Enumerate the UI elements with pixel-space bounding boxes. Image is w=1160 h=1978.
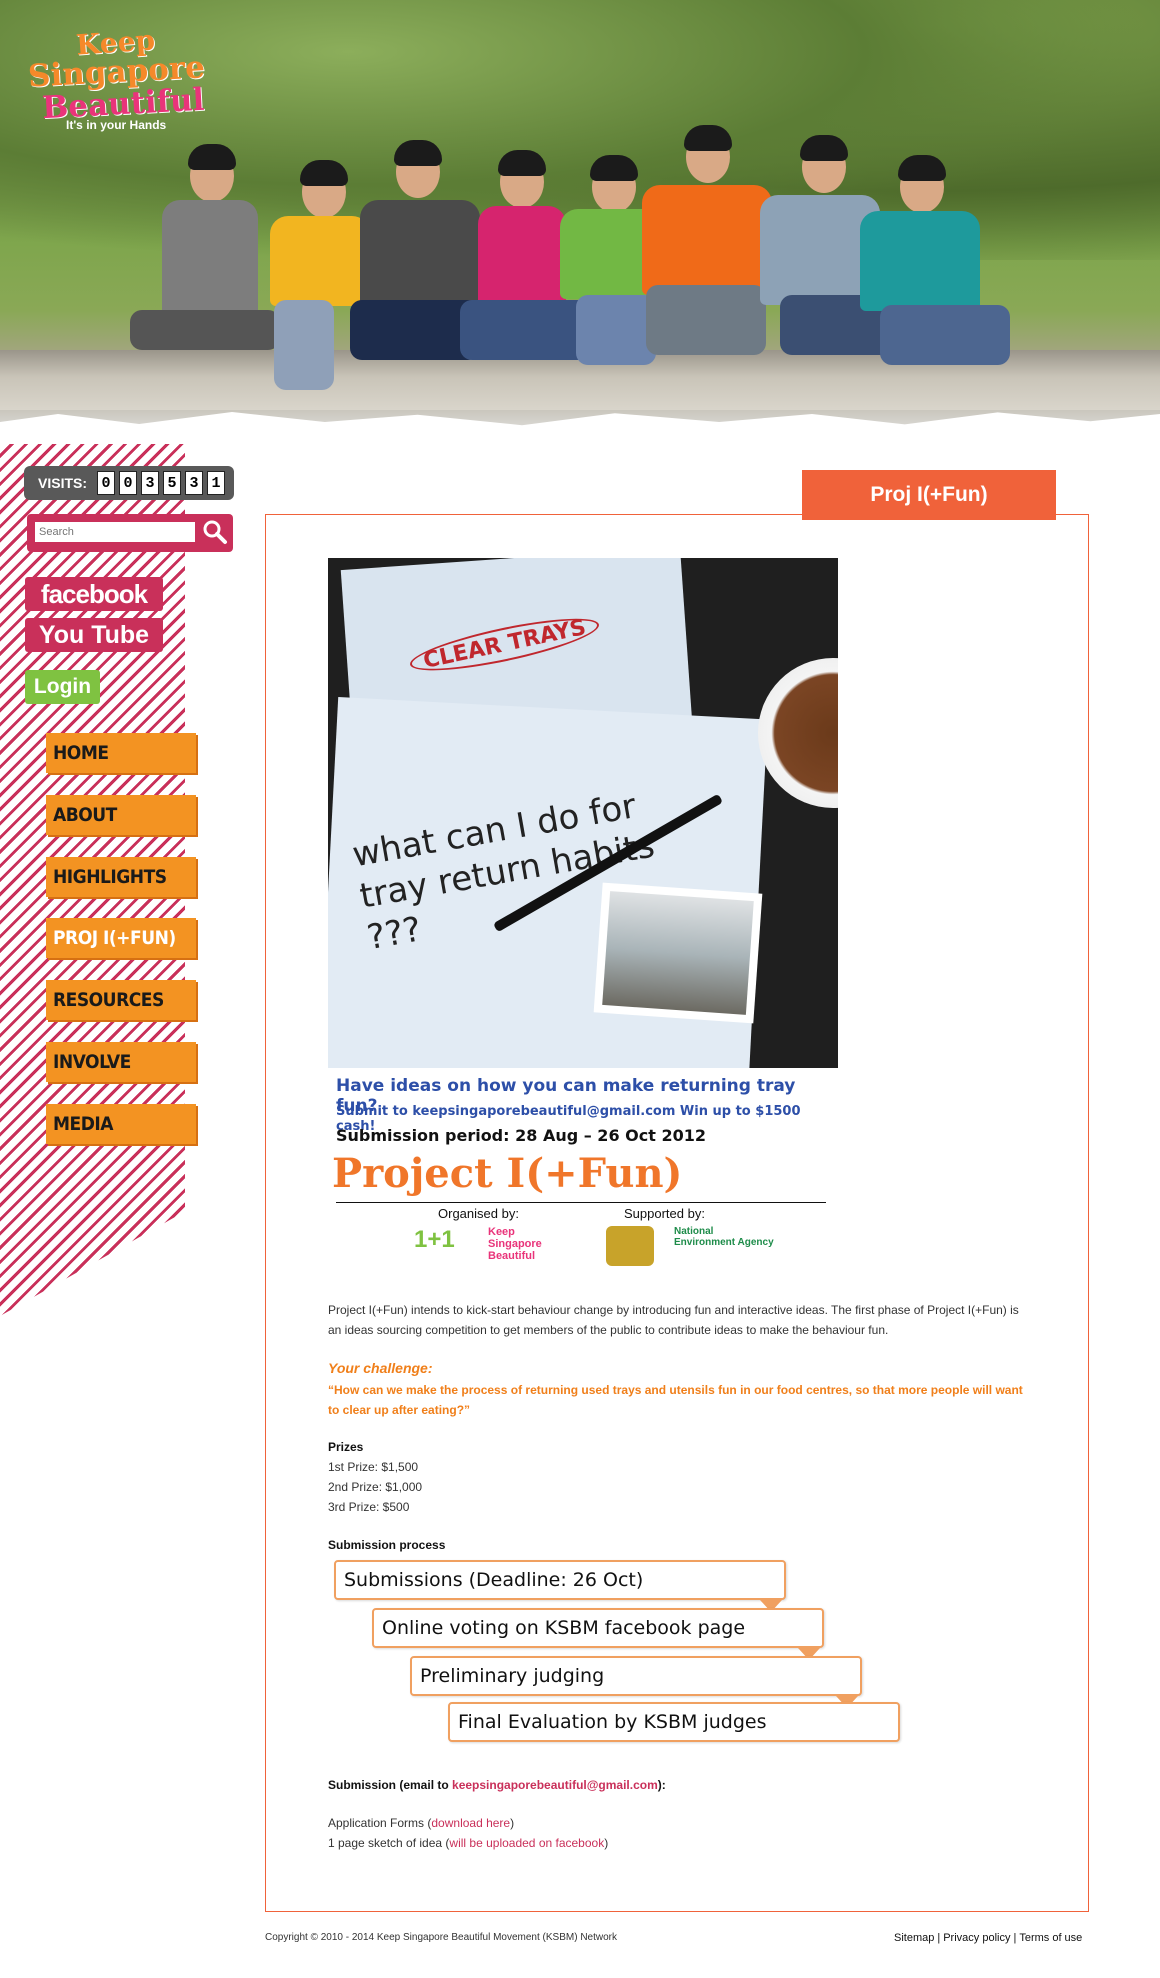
footer-link-sitemap[interactable]: Sitemap xyxy=(894,1932,934,1944)
logo-nea: National Environment Agency xyxy=(674,1226,774,1248)
footer-copyright: Copyright © 2010 - 2014 Keep Singapore B… xyxy=(265,1932,617,1943)
banner-torn-edge xyxy=(0,412,1160,444)
visit-digit: 0 xyxy=(119,471,138,495)
footer-link-terms[interactable]: Terms of use xyxy=(1019,1932,1082,1944)
nav-item-proj-ifun[interactable]: PROJ I(+FUN) xyxy=(46,918,196,958)
facebook-button[interactable]: facebook xyxy=(25,577,163,611)
nav-item-about[interactable]: ABOUT xyxy=(46,795,196,835)
nav-item-highlights[interactable]: HIGHLIGHTS xyxy=(46,857,196,897)
page-title: Proj I(+Fun) xyxy=(802,470,1056,520)
poster-organised-by: Organised by: xyxy=(438,1206,519,1221)
prize-line: 2nd Prize: $1,000 xyxy=(328,1480,423,1494)
visit-digit: 3 xyxy=(141,471,160,495)
application-forms-line: Application Forms (download here) xyxy=(328,1816,514,1830)
ksb-logo[interactable]: Keep Singapore Beautiful It's in your Ha… xyxy=(27,23,208,136)
visit-digit: 1 xyxy=(207,471,226,495)
poster-hawker-photo xyxy=(593,882,763,1024)
visit-counter: VISITS: 0 0 3 5 3 1 xyxy=(24,466,234,500)
footer-separator: | xyxy=(937,1932,941,1944)
prize-line: 3rd Prize: $500 xyxy=(328,1500,410,1514)
nav-item-involve[interactable]: INVOLVE xyxy=(46,1042,196,1082)
visit-digit: 3 xyxy=(185,471,204,495)
visit-digit: 5 xyxy=(163,471,182,495)
submission-process-heading: Submission process xyxy=(328,1538,446,1552)
facebook-upload-link[interactable]: will be uploaded on facebook xyxy=(449,1836,604,1850)
sketch-suffix: ) xyxy=(604,1836,609,1850)
logo-nyaa xyxy=(606,1226,654,1266)
poster-line-period: Submission period: 28 Aug – 26 Oct 2012 xyxy=(336,1126,706,1145)
youtube-button[interactable]: You Tube xyxy=(25,618,163,652)
prizes-heading: Prizes xyxy=(328,1440,364,1454)
search-icon[interactable] xyxy=(201,518,229,546)
poster-caption: Have ideas on how you can make returning… xyxy=(328,1068,838,1278)
logo-tagline: It's in your Hands xyxy=(66,118,167,132)
coffee-mug xyxy=(758,658,838,808)
nav-item-resources[interactable]: RESOURCES xyxy=(46,980,196,1020)
forms-prefix: Application Forms ( xyxy=(328,1816,432,1830)
submission-email-suffix: ): xyxy=(657,1778,666,1792)
poster-divider xyxy=(336,1202,826,1203)
footer-separator: | xyxy=(1013,1932,1017,1944)
challenge-question: “How can we make the process of returnin… xyxy=(328,1383,1023,1417)
prize-line: 1st Prize: $1,500 xyxy=(328,1460,419,1474)
process-step: Final Evaluation by KSBM judges xyxy=(448,1702,900,1742)
logo-1plus1: 1+1 xyxy=(414,1226,455,1253)
sketch-prefix: 1 page sketch of idea ( xyxy=(328,1836,450,1850)
submission-email-prefix: Submission (email to xyxy=(328,1778,453,1792)
search-bar xyxy=(27,514,233,552)
header-banner-photo: Keep Singapore Beautiful It's in your Ha… xyxy=(0,0,1160,444)
forms-suffix: ) xyxy=(510,1816,515,1830)
visit-digit: 0 xyxy=(97,471,116,495)
intro-paragraph: Project I(+Fun) intends to kick-start be… xyxy=(328,1303,1019,1337)
process-step: Submissions (Deadline: 26 Oct) xyxy=(334,1560,786,1600)
search-input[interactable] xyxy=(35,522,195,542)
process-step: Online voting on KSBM facebook page xyxy=(372,1608,824,1648)
footer-link-privacy[interactable]: Privacy policy xyxy=(943,1932,1010,1944)
poster-supported-by: Supported by: xyxy=(624,1206,705,1221)
login-button[interactable]: Login xyxy=(25,670,100,704)
nav-item-media[interactable]: MEDIA xyxy=(46,1104,196,1144)
sketch-line: 1 page sketch of idea (will be uploaded … xyxy=(328,1836,608,1850)
visits-label: VISITS: xyxy=(38,475,88,491)
logo-ksb-small: Keep Singapore Beautiful xyxy=(488,1226,542,1262)
footer-links: Sitemap | Privacy policy | Terms of use xyxy=(894,1932,1082,1944)
project-poster-image: CLEAR TRAYS what can I do for tray retur… xyxy=(328,558,838,1068)
download-here-link[interactable]: download here xyxy=(431,1816,510,1830)
submission-email-heading: Submission (email to keepsingaporebeauti… xyxy=(328,1778,666,1792)
submission-email-link[interactable]: keepsingaporebeautiful@gmail.com xyxy=(452,1778,658,1792)
poster-project-title: Project I(+Fun) xyxy=(332,1150,683,1197)
challenge-heading: Your challenge: xyxy=(328,1360,433,1376)
nav-item-home[interactable]: HOME xyxy=(46,733,196,773)
process-step: Preliminary judging xyxy=(410,1656,862,1696)
